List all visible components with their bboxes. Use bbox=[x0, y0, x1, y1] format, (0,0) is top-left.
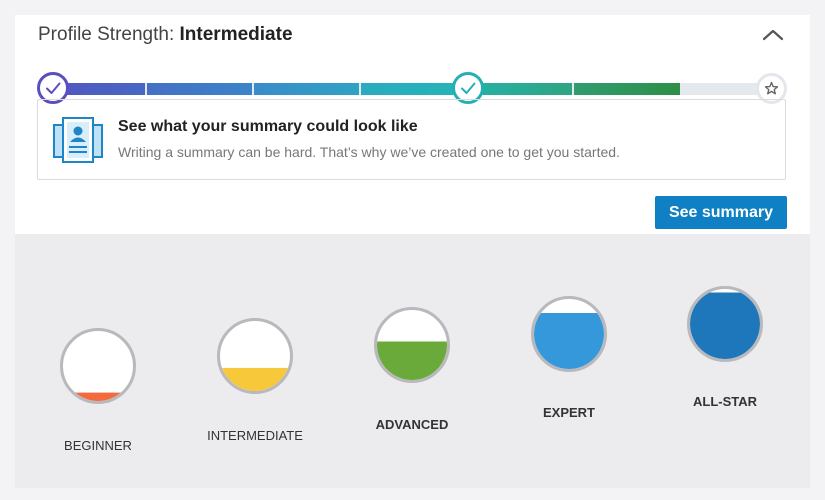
level-gauge-expert bbox=[531, 296, 607, 372]
profile-document-icon bbox=[53, 117, 103, 168]
progress-segment-3 bbox=[254, 83, 359, 95]
chevron-up-icon bbox=[762, 29, 784, 41]
level-gauge-intermediate bbox=[217, 318, 293, 394]
summary-suggestion: See what your summary could look like Wr… bbox=[37, 99, 786, 180]
profile-strength-title: Profile Strength: Intermediate bbox=[38, 23, 293, 47]
level-fill-expert bbox=[534, 313, 604, 369]
summary-title: See what your summary could look like bbox=[118, 118, 418, 135]
level-label-beginner: BEGINNER bbox=[64, 438, 132, 453]
level-gauge-beginner bbox=[60, 328, 136, 404]
level-gauge-advanced bbox=[374, 307, 450, 383]
level-label-expert: EXPERT bbox=[542, 405, 595, 420]
summary-description: Writing a summary can be hard. That’s wh… bbox=[118, 144, 620, 160]
check-icon bbox=[46, 82, 61, 94]
strength-levels-panel: BEGINNER INTERMEDIATE ADVANCED EXPERT AL… bbox=[15, 234, 810, 488]
collapse-button[interactable] bbox=[761, 25, 785, 45]
profile-strength-card: Profile Strength: Intermediate See what … bbox=[15, 15, 810, 234]
level-gauge-all-star bbox=[687, 286, 763, 362]
level-fill-advanced bbox=[377, 341, 447, 380]
profile-strength-prefix: Profile Strength: bbox=[38, 24, 175, 45]
progress-segment-4 bbox=[361, 83, 466, 95]
progress-segment-2 bbox=[147, 83, 252, 95]
profile-strength-level: Intermediate bbox=[179, 24, 293, 45]
level-label-advanced: ADVANCED bbox=[375, 417, 449, 432]
see-summary-button[interactable]: See summary bbox=[655, 196, 787, 229]
star-icon bbox=[764, 81, 779, 95]
level-label-all-star: ALL-STAR bbox=[692, 394, 758, 409]
level-label-intermediate: INTERMEDIATE bbox=[207, 428, 303, 443]
progress-segment-6 bbox=[574, 83, 680, 95]
check-icon bbox=[461, 82, 476, 94]
level-fill-all-star bbox=[690, 292, 760, 359]
